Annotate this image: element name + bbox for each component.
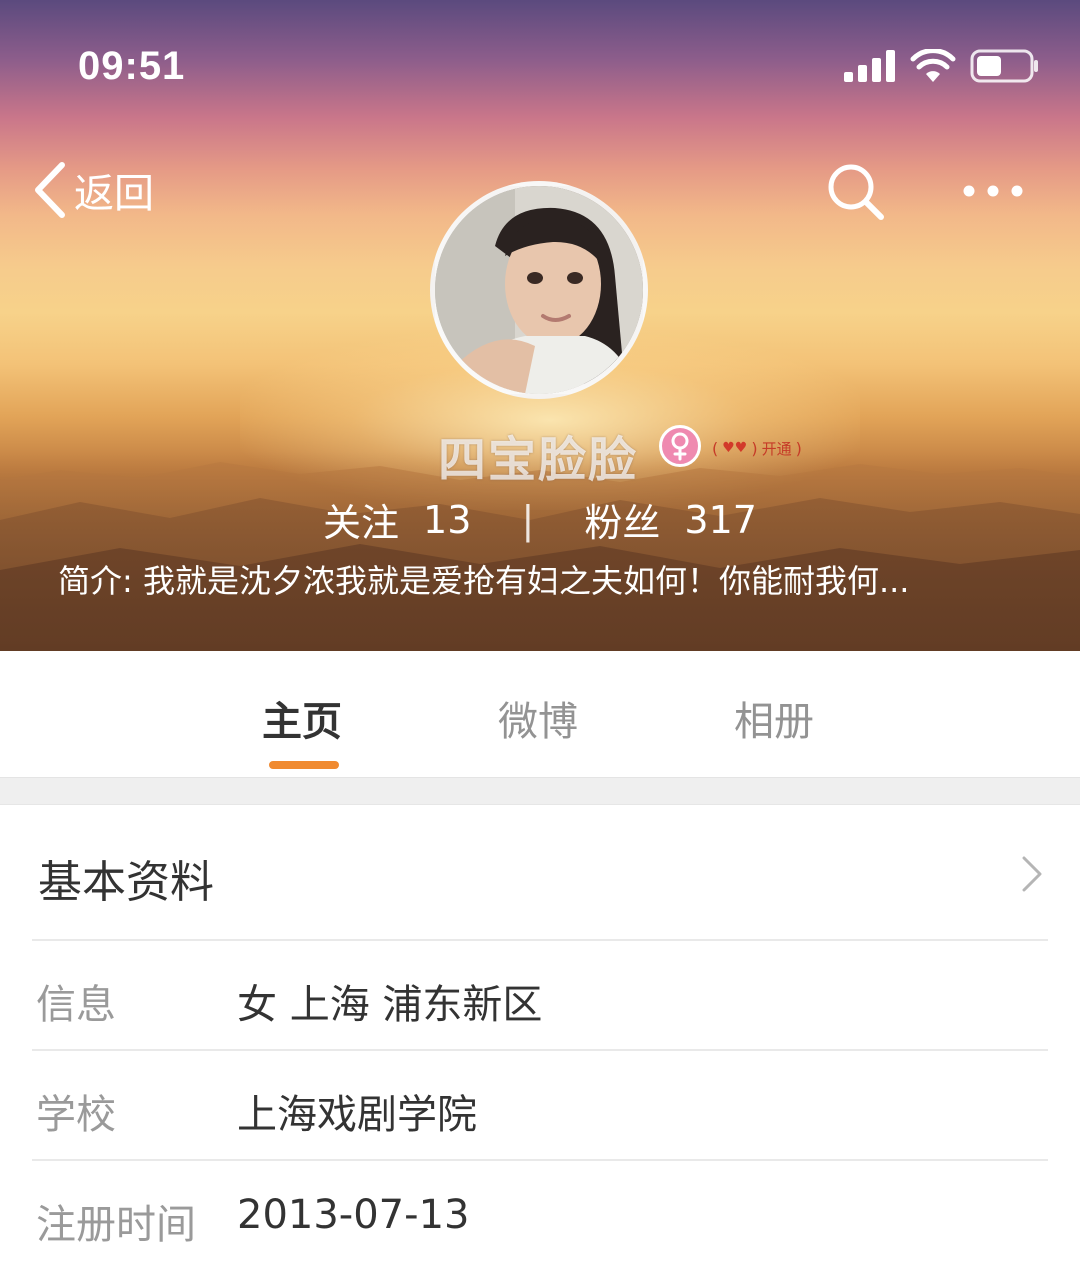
info-label: 学校 (36, 1092, 116, 1138)
avatar-portrait (435, 186, 643, 394)
female-icon (659, 425, 701, 467)
section-separator (0, 777, 1080, 805)
info-value: 2013-07-13 (237, 1192, 470, 1238)
status-icons (844, 46, 1040, 86)
chevron-left-icon (35, 162, 65, 218)
basic-info-title: 基本资料 (38, 857, 214, 908)
vip-open-badge[interactable]: ( ♥♥ ) 开通 ) (712, 437, 802, 459)
tab-home[interactable]: 主页 (262, 689, 342, 747)
vip-hearts-icon: ♥♥ (722, 440, 748, 456)
back-label: 返回 (74, 171, 154, 217)
battery-icon (970, 49, 1038, 83)
avatar[interactable] (430, 181, 648, 399)
vip-bracket-left: ( (712, 438, 719, 458)
status-time: 09:51 (78, 44, 186, 88)
search-icon[interactable] (826, 162, 886, 222)
stats-separator: | (521, 497, 535, 542)
chevron-right-icon (1022, 856, 1042, 892)
divider (32, 1159, 1048, 1161)
follow-count: 13 (423, 497, 472, 542)
divider (32, 939, 1048, 941)
info-value: 上海戏剧学院 (237, 1092, 477, 1138)
name-row: 四宝脸脸 ( ♥♥ ) 开通 ) (0, 418, 1080, 488)
more-dots-icon[interactable] (958, 176, 1028, 206)
vip-bracket-mid: ) (751, 438, 758, 458)
divider (32, 1049, 1048, 1051)
signal-icon (844, 50, 895, 82)
vip-label: 开通 (761, 439, 792, 458)
info-row-register-date: 注册时间 2013-07-13 (0, 1162, 1080, 1264)
follow-stats: 关注 13 | 粉丝 317 (0, 492, 1080, 546)
tab-album[interactable]: 相册 (734, 689, 814, 747)
back-button[interactable]: 返回 (30, 160, 154, 220)
basic-info-header[interactable]: 基本资料 (0, 806, 1080, 940)
vip-bracket-right: ) (795, 438, 802, 458)
profile-tabs: 主页 微博 相册 (0, 651, 1080, 777)
info-label: 注册时间 (36, 1202, 196, 1248)
fans-count: 317 (684, 497, 757, 542)
follow-label: 关注 (323, 501, 400, 545)
follow-stat[interactable]: 关注 13 (323, 492, 471, 547)
active-tab-indicator (269, 761, 339, 769)
info-value: 女 上海 浦东新区 (237, 982, 543, 1028)
bio[interactable]: 简介: 我就是沈夕浓我就是爱抢有妇之夫如何！你能耐我何... (58, 556, 1018, 602)
info-label: 信息 (36, 982, 116, 1028)
info-row-school: 学校 上海戏剧学院 (0, 1052, 1080, 1160)
fans-stat[interactable]: 粉丝 317 (584, 492, 757, 547)
user-name[interactable]: 四宝脸脸 (438, 420, 638, 490)
info-row-gender-location: 信息 女 上海 浦东新区 (0, 942, 1080, 1050)
tab-weibo[interactable]: 微博 (498, 689, 578, 747)
wifi-icon (910, 49, 956, 82)
fans-label: 粉丝 (584, 501, 661, 545)
